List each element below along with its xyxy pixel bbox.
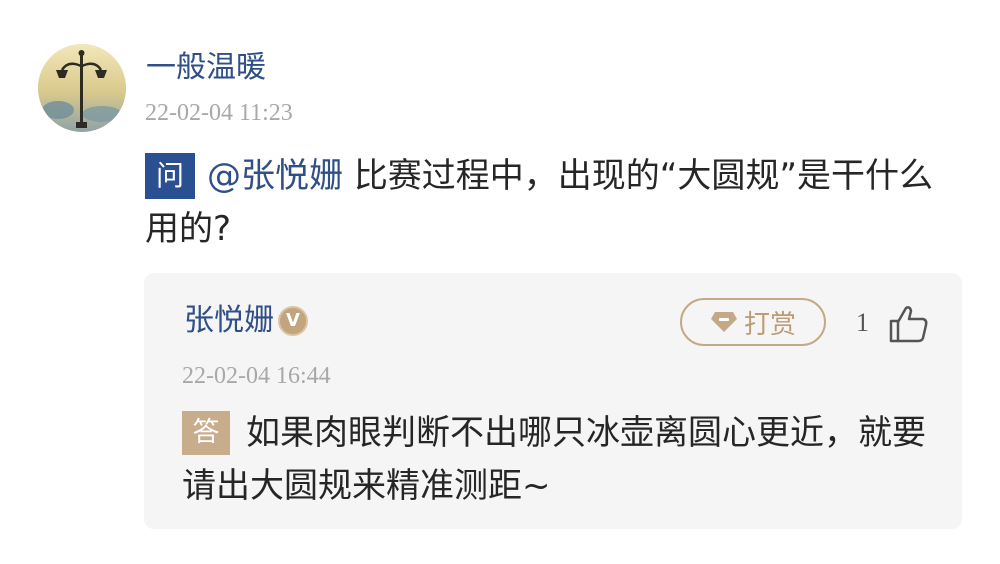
tip-button[interactable]: 打赏 bbox=[680, 298, 826, 346]
answer-user-name[interactable]: 张悦姗 bbox=[184, 301, 274, 341]
answer-badge: 答 bbox=[182, 411, 230, 455]
tip-label: 打赏 bbox=[743, 309, 796, 340]
street-lamp-avatar-icon bbox=[38, 44, 126, 132]
comment-thread: 一般温暖 22-02-04 11:23 问 @张悦姗 比赛过程中，出现的“大圆规”… bbox=[0, 0, 1000, 564]
question-text-block: 问 @张悦姗 比赛过程中，出现的“大圆规”是干什么用的? bbox=[145, 150, 955, 256]
answer-timestamp: 22-02-04 16:44 bbox=[182, 363, 331, 389]
thumbs-up-icon[interactable] bbox=[888, 304, 930, 344]
diamond-icon bbox=[710, 312, 737, 332]
answer-card: 张悦姗 V 打赏 1 22-02-04 16:44 答如果肉眼判断不出哪只冰壶离… bbox=[144, 273, 962, 529]
question-timestamp: 22-02-04 11:23 bbox=[145, 100, 293, 126]
mention-link[interactable]: @张悦姗 bbox=[207, 156, 343, 196]
answer-text-block: 答如果肉眼判断不出哪只冰壶离圆心更近，就要请出大圆规来精准测距~ bbox=[182, 407, 942, 513]
question-user-name[interactable]: 一般温暖 bbox=[146, 48, 266, 88]
answer-user-name-row: 张悦姗 V bbox=[184, 301, 308, 341]
verified-v-icon: V bbox=[278, 306, 308, 336]
question-badge: 问 bbox=[145, 153, 195, 199]
answer-body: 如果肉眼判断不出哪只冰壶离圆心更近，就要请出大圆规来精准测距~ bbox=[182, 413, 926, 506]
like-count: 1 bbox=[856, 308, 869, 337]
avatar[interactable] bbox=[38, 44, 126, 132]
